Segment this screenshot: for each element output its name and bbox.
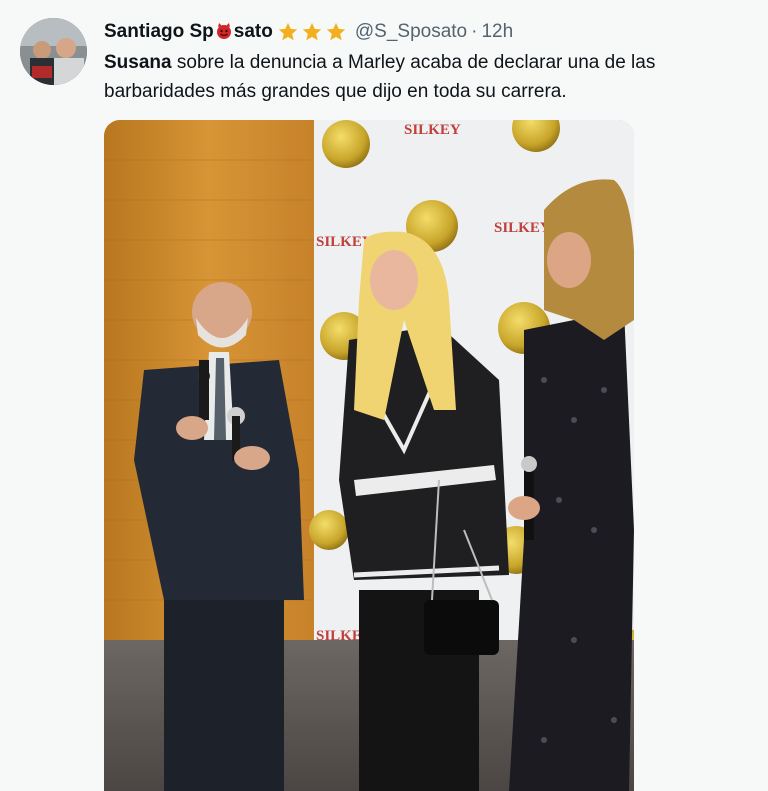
author-handle[interactable]: @S_Sposato: [355, 21, 467, 43]
star-icon: [277, 21, 299, 43]
event-photo: SILKEY SILKEY SILKEY SILKEY SILKEY: [104, 120, 634, 791]
tweet-text-line2: barbaridades más grandes que dijo en tod…: [104, 81, 567, 102]
tweet-text-bold: Susana: [104, 52, 172, 73]
avatar[interactable]: [20, 18, 87, 85]
author-name-part2: sato: [233, 21, 273, 42]
backdrop-logo: SILKEY: [494, 220, 551, 236]
separator: ·: [471, 21, 478, 42]
timestamp[interactable]: 12h: [481, 21, 513, 43]
tweet-text-line1: sobre la denuncia a Marley acaba de decl…: [171, 52, 656, 73]
tweet-text: Susana sobre la denuncia a Marley acaba …: [104, 48, 744, 106]
star-icon: [301, 21, 323, 43]
badges: [277, 21, 347, 43]
devil-emoji-icon: [215, 22, 233, 40]
tweet-header: Santiago Sp sato @S_Sposato · 12h: [104, 18, 513, 46]
author-name[interactable]: Santiago Sp sato: [104, 21, 273, 43]
author-name-part1: Santiago Sp: [104, 21, 214, 42]
star-icon: [325, 21, 347, 43]
backdrop-logo: SILKEY: [404, 122, 461, 138]
tweet-media-image[interactable]: SILKEY SILKEY SILKEY SILKEY SILKEY: [104, 120, 634, 791]
avatar-photo: [20, 18, 87, 85]
